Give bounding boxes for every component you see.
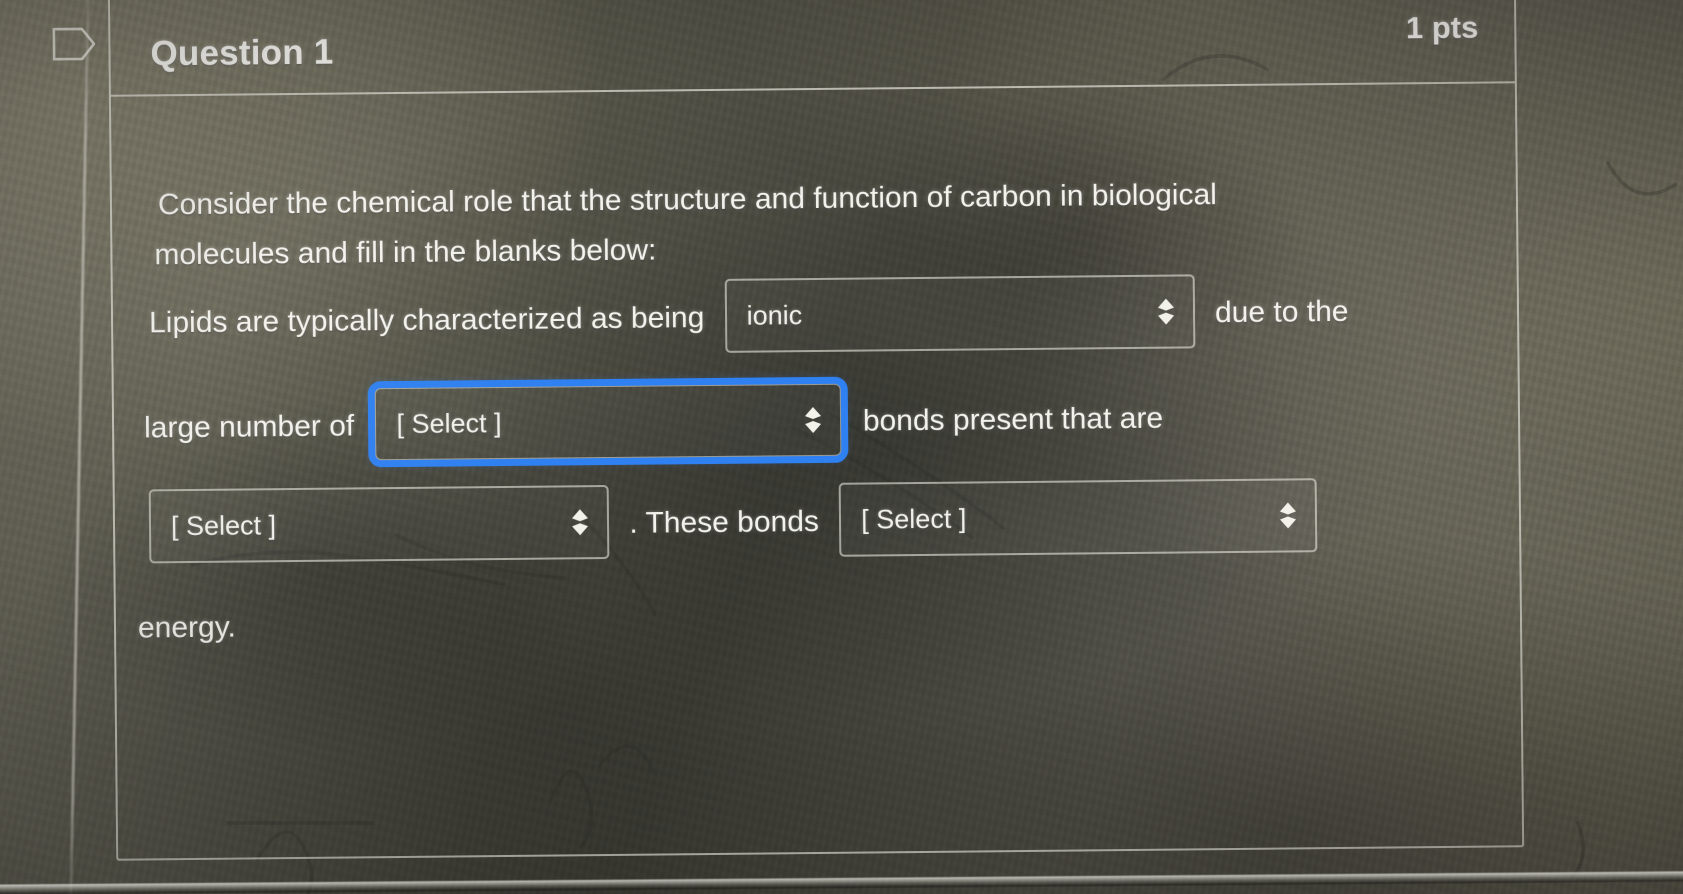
question-blank-row-4: energy. [138, 581, 237, 675]
chevron-updown-icon [1277, 500, 1299, 530]
question-blank-row-2: large number of [ Select ] bonds present… [144, 372, 1164, 475]
question-blank-row-3: [ Select ] . These bonds [ Select ] [148, 470, 1318, 574]
row2-trail-text: bonds present that are [862, 401, 1164, 438]
question-card: Question 1 1 pts Consider the chemical r… [107, 0, 1525, 861]
bond-property-select-value: [ Select ] [170, 510, 277, 542]
photographed-screen: Question 1 1 pts Consider the chemical r… [0, 0, 1683, 894]
chevron-updown-icon [802, 405, 824, 435]
bond-property-select[interactable]: [ Select ] [148, 485, 610, 564]
flag-question-icon[interactable] [52, 27, 96, 61]
row3-middle-text: . These bonds [629, 505, 820, 540]
row1-lead-text: Lipids are typically characterized as be… [148, 301, 705, 340]
row2-lead-text: large number of [143, 409, 355, 445]
screen-bottom-edge [0, 871, 1683, 894]
surface-seam [68, 0, 91, 894]
page-title: Question 1 [150, 32, 334, 74]
question-points-badge: 1 pts [1405, 9, 1479, 46]
row1-trail-text: due to the [1214, 294, 1349, 330]
bond-energy-select-value: [ Select ] [861, 503, 967, 535]
row4-text: energy. [137, 610, 237, 645]
bond-energy-select[interactable]: [ Select ] [838, 478, 1318, 557]
bond-type-select[interactable]: [ Select ] [368, 376, 849, 468]
question-body: Consider the chemical role that the stru… [131, 124, 1491, 644]
chevron-updown-icon [1155, 297, 1177, 327]
lipid-character-select-value: ionic [746, 300, 803, 331]
bond-type-select-value: [ Select ] [396, 408, 502, 440]
chevron-updown-icon [569, 507, 591, 537]
question-card-header: Question 1 1 pts [109, 0, 1515, 97]
question-blank-row-1: Lipids are typically characterized as be… [149, 265, 1349, 370]
lipid-character-select[interactable]: ionic [724, 274, 1196, 353]
